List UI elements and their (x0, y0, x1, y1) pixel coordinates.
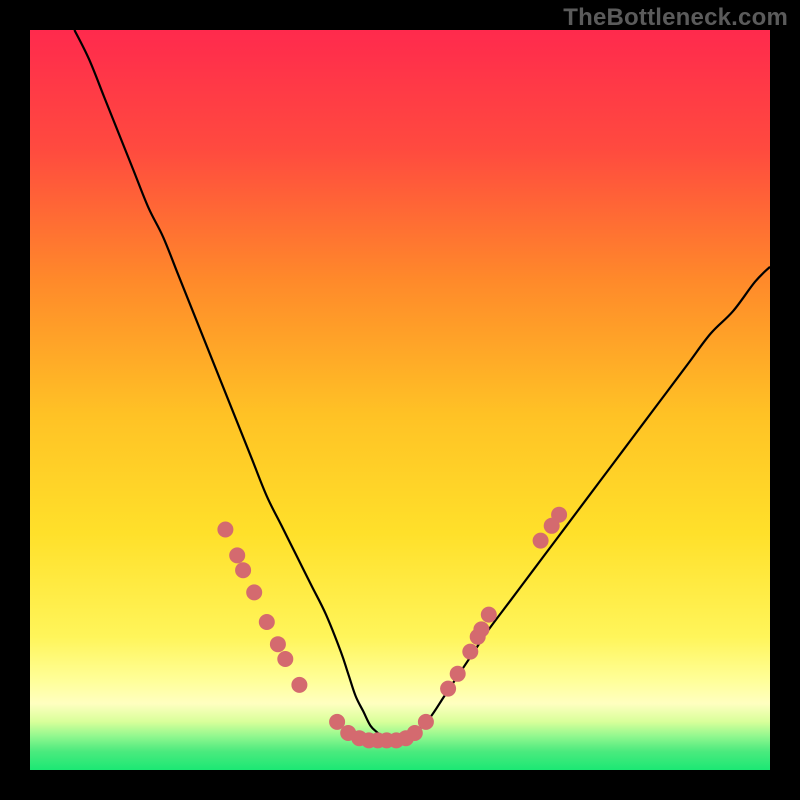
data-point (235, 562, 251, 578)
data-point (246, 584, 262, 600)
data-point (551, 507, 567, 523)
data-point (217, 522, 233, 538)
bottleneck-curve (74, 30, 770, 741)
data-point (533, 533, 549, 549)
data-point (418, 714, 434, 730)
curve-layer (30, 30, 770, 770)
data-point (259, 614, 275, 630)
data-point (440, 681, 456, 697)
data-point (229, 547, 245, 563)
data-point (473, 621, 489, 637)
data-point (277, 651, 293, 667)
data-point (270, 636, 286, 652)
data-point (462, 644, 478, 660)
data-point (291, 677, 307, 693)
chart-frame: TheBottleneck.com (0, 0, 800, 800)
watermark-text: TheBottleneck.com (563, 4, 788, 32)
plot-area (30, 30, 770, 770)
data-point (481, 607, 497, 623)
data-point (450, 666, 466, 682)
